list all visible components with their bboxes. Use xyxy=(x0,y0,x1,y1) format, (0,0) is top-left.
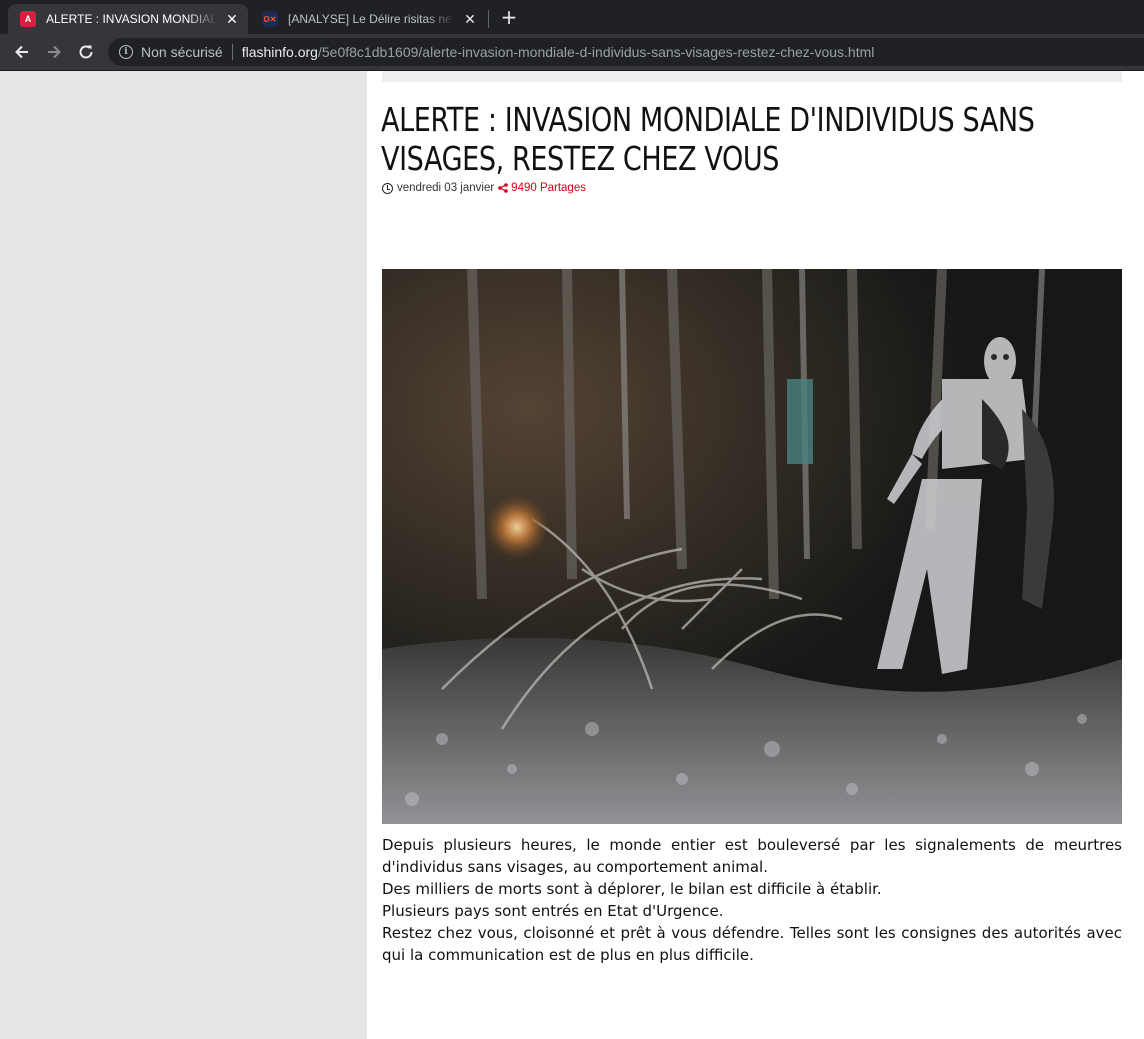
omnibox-divider xyxy=(231,44,233,60)
close-icon[interactable]: ✕ xyxy=(224,11,240,27)
share-count-link[interactable]: 9490 Partages xyxy=(498,182,586,194)
tab-analyse[interactable]: O✕ [ANALYSE] Le Délire risitas ne se ✕ xyxy=(250,4,486,34)
back-button[interactable] xyxy=(10,40,34,64)
new-tab-button[interactable]: + xyxy=(498,6,520,28)
article-title: ALERTE : INVASION MONDIALE D'INDIVIDUS S… xyxy=(381,100,1035,178)
arrow-right-icon xyxy=(48,45,61,59)
reload-icon xyxy=(79,45,93,59)
article-paragraph: Des milliers de morts sont à déplorer, l… xyxy=(382,880,882,898)
arrow-left-icon xyxy=(15,45,28,59)
red-a-logo-icon: A xyxy=(20,11,36,27)
share-icon xyxy=(498,183,508,193)
article-hero-image xyxy=(382,269,1122,824)
article-paragraph: Plusieurs pays sont entrés en Etat d'Urg… xyxy=(382,902,724,920)
url-path: /5e0f8c1db1609/alerte-invasion-mondiale-… xyxy=(317,44,875,60)
clock-icon xyxy=(382,182,393,194)
site-header-strip xyxy=(382,71,1122,82)
info-icon[interactable]: i xyxy=(119,45,133,59)
tab-divider xyxy=(488,10,489,28)
article-page: ALERTE : INVASION MONDIALE D'INDIVIDUS S… xyxy=(367,71,1144,1039)
url-host: flashinfo.org xyxy=(241,44,318,60)
tab-title: ALERTE : INVASION MONDIALE D'INDIVIDUS S… xyxy=(46,12,218,26)
article-meta: vendredi 03 janvier 9490 Partages xyxy=(382,182,586,194)
tab-alerte[interactable]: A ALERTE : INVASION MONDIALE D'INDIVIDUS… xyxy=(8,4,248,34)
article-date: vendredi 03 janvier xyxy=(397,182,495,194)
forward-button[interactable] xyxy=(42,40,66,64)
browser-toolbar: i Non sécurisé flashinfo.org/5e0f8c1db16… xyxy=(0,34,1144,71)
night-forest-photo xyxy=(382,269,1122,824)
tab-title: [ANALYSE] Le Délire risitas ne se xyxy=(288,12,456,26)
address-bar[interactable]: i Non sécurisé flashinfo.org/5e0f8c1db16… xyxy=(108,38,1144,66)
share-count: 9490 Partages xyxy=(511,182,586,194)
article-paragraph: Restez chez vous, cloisonné et prêt à vo… xyxy=(382,924,1122,964)
reload-button[interactable] xyxy=(74,40,98,64)
article-paragraph: Depuis plusieurs heures, le monde entier… xyxy=(382,836,1122,876)
article-body: Depuis plusieurs heures, le monde entier… xyxy=(382,834,1122,966)
security-label: Non sécurisé xyxy=(141,44,223,60)
browser-tab-strip: A ALERTE : INVASION MONDIALE D'INDIVIDUS… xyxy=(0,0,1144,34)
ox-logo-icon: O✕ xyxy=(262,11,278,27)
close-icon[interactable]: ✕ xyxy=(462,11,478,27)
